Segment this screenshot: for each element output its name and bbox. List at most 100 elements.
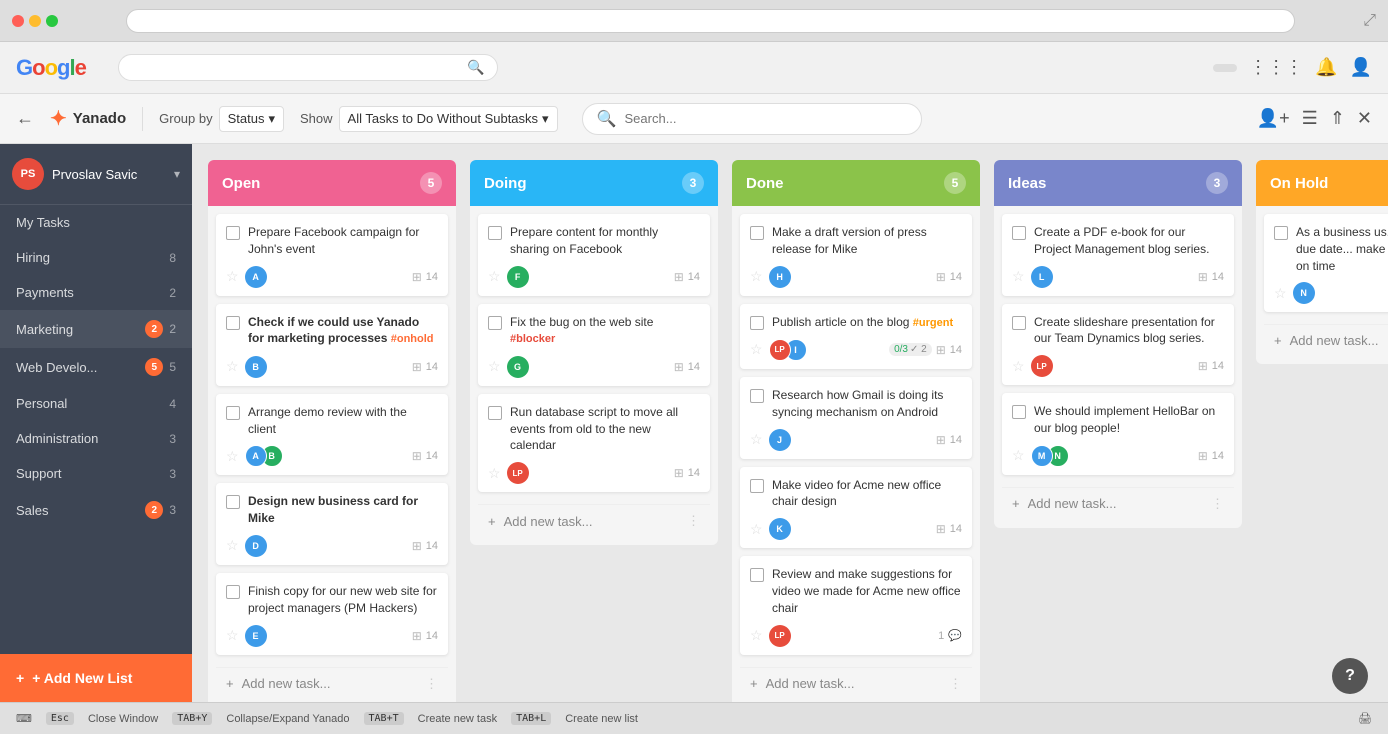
bell-icon[interactable]: 🔔 [1315,57,1337,78]
task-checkbox[interactable] [1012,316,1026,330]
star-icon[interactable]: ☆ [750,431,763,448]
google-search-input[interactable] [131,60,468,76]
task-checkbox[interactable] [750,568,764,582]
task-checkbox[interactable] [750,389,764,403]
list-view-icon[interactable]: ☰ [1302,108,1318,129]
star-icon[interactable]: ☆ [488,268,501,285]
sidebar-item-personal[interactable]: Personal 4 [0,386,192,421]
task-card[interactable]: Research how Gmail is doing its syncing … [740,377,972,459]
task-checkbox[interactable] [226,406,240,420]
tag-icon: ⊞ [1198,449,1208,463]
url-bar[interactable] [126,9,1295,33]
grid-icon[interactable]: ⋮⋮⋮ [1249,57,1303,78]
task-checkbox[interactable] [488,226,502,240]
sidebar-item-my-tasks[interactable]: My Tasks [0,205,192,240]
close-icon[interactable]: ✕ [1357,108,1372,129]
help-button[interactable]: ? [1332,658,1368,694]
maximize-dot[interactable] [46,15,58,27]
task-card[interactable]: Run database script to move all events f… [478,394,710,492]
task-card[interactable]: Make a draft version of press release fo… [740,214,972,296]
task-card[interactable]: Review and make suggestions for video we… [740,556,972,654]
task-card[interactable]: Make video for Acme new office chair des… [740,467,972,549]
task-checkbox[interactable] [1012,405,1026,419]
star-icon[interactable]: ☆ [488,358,501,375]
google-search-bar[interactable]: 🔍 [118,54,498,81]
star-icon[interactable]: ☆ [226,358,239,375]
task-card[interactable]: Prepare Facebook campaign for John's eve… [216,214,448,296]
board-area: Open 5 Prepare Facebook campaign for Joh… [192,144,1388,702]
sidebar-item-marketing[interactable]: Marketing 2 2 [0,310,192,348]
task-checkbox[interactable] [750,479,764,493]
collapse-icon[interactable]: ⇑ [1330,108,1345,129]
task-checkbox[interactable] [750,226,764,240]
add-new-list-button[interactable]: + + Add New List [0,654,192,702]
task-card[interactable]: Fix the bug on the web site #blocker ☆ G… [478,304,710,386]
more-icon[interactable]: ⋮ [687,513,700,529]
filter-dropdown[interactable]: All Tasks to Do Without Subtasks ▾ [339,106,558,132]
task-card[interactable]: Arrange demo review with the client ☆ A … [216,394,448,476]
task-card[interactable]: Finish copy for our new web site for pro… [216,573,448,655]
task-checkbox[interactable] [226,585,240,599]
task-checkbox[interactable] [1012,226,1026,240]
star-icon[interactable]: ☆ [750,268,763,285]
add-task-button[interactable]: + Add new task... ⋮ [1002,487,1234,520]
close-dot[interactable] [12,15,24,27]
group-by-dropdown[interactable]: Status ▾ [219,106,284,132]
more-icon[interactable]: ⋮ [425,676,438,692]
add-task-button[interactable]: + Add new task... [1264,324,1388,356]
star-icon[interactable]: ☆ [488,465,501,482]
sidebar-item-label: Hiring [16,250,169,265]
task-card[interactable]: Create slideshare presentation for our T… [1002,304,1234,386]
task-checkbox[interactable] [488,316,502,330]
sidebar-item-administration[interactable]: Administration 3 [0,421,192,456]
task-card[interactable]: Prepare content for monthly sharing on F… [478,214,710,296]
star-icon[interactable]: ☆ [1012,447,1025,464]
task-card[interactable]: We should implement HelloBar on our blog… [1002,393,1234,475]
add-task-button[interactable]: + Add new task... ⋮ [216,667,448,700]
star-icon[interactable]: ☆ [226,537,239,554]
star-icon[interactable]: ☆ [226,627,239,644]
task-card[interactable]: As a business us... to set a due date...… [1264,214,1388,312]
sidebar-item-web-develo[interactable]: Web Develo... 5 5 [0,348,192,386]
task-title: Create a PDF e-book for our Project Mana… [1034,224,1224,258]
task-checkbox[interactable] [750,316,764,330]
google-search-icon[interactable]: 🔍 [467,59,484,76]
sidebar-item-payments[interactable]: Payments 2 [0,275,192,310]
more-icon[interactable]: ⋮ [949,676,962,692]
sidebar-user[interactable]: PS Prvoslav Savic ▾ [0,144,192,205]
user-icon[interactable]: 👤 [1350,57,1372,78]
task-checkbox[interactable] [226,316,240,330]
task-card[interactable]: Publish article on the blog #urgent ☆ LP… [740,304,972,369]
star-icon[interactable]: ☆ [1012,358,1025,375]
add-task-button[interactable]: + Add new task... ⋮ [478,504,710,537]
task-checkbox[interactable] [226,226,240,240]
keyboard-icon: ⌨ [16,712,32,725]
more-icon[interactable]: ⋮ [1211,496,1224,512]
search-input[interactable] [625,111,907,126]
fullscreen-icon[interactable]: ⤢ [1363,12,1376,30]
sidebar-item-hiring[interactable]: Hiring 8 [0,240,192,275]
add-task-button[interactable]: + Add new task... ⋮ [740,667,972,700]
star-icon[interactable]: ☆ [750,341,763,358]
add-member-icon[interactable]: 👤+ [1257,108,1290,129]
task-checkbox[interactable] [226,495,240,509]
sidebar-item-support[interactable]: Support 3 [0,456,192,491]
task-card[interactable]: Design new business card for Mike ☆ D ⊞ … [216,483,448,565]
task-card[interactable]: Create a PDF e-book for our Project Mana… [1002,214,1234,296]
star-icon[interactable]: ☆ [1274,285,1287,302]
minimize-dot[interactable] [29,15,41,27]
star-icon[interactable]: ☆ [226,268,239,285]
star-icon[interactable]: ☆ [1012,268,1025,285]
star-icon[interactable]: ☆ [226,448,239,465]
search-bar[interactable]: 🔍 [582,103,922,135]
task-count: 14 [426,540,438,552]
star-icon[interactable]: ☆ [750,521,763,538]
star-icon[interactable]: ☆ [750,627,763,644]
sidebar-item-sales[interactable]: Sales 2 3 [0,491,192,529]
task-checkbox[interactable] [488,406,502,420]
task-card[interactable]: Check if we could use Yanado for marketi… [216,304,448,386]
back-button[interactable]: ← [16,108,34,129]
google-header-button[interactable] [1213,64,1237,72]
task-checkbox[interactable] [1274,226,1288,240]
sidebar-item-label: Administration [16,431,169,446]
